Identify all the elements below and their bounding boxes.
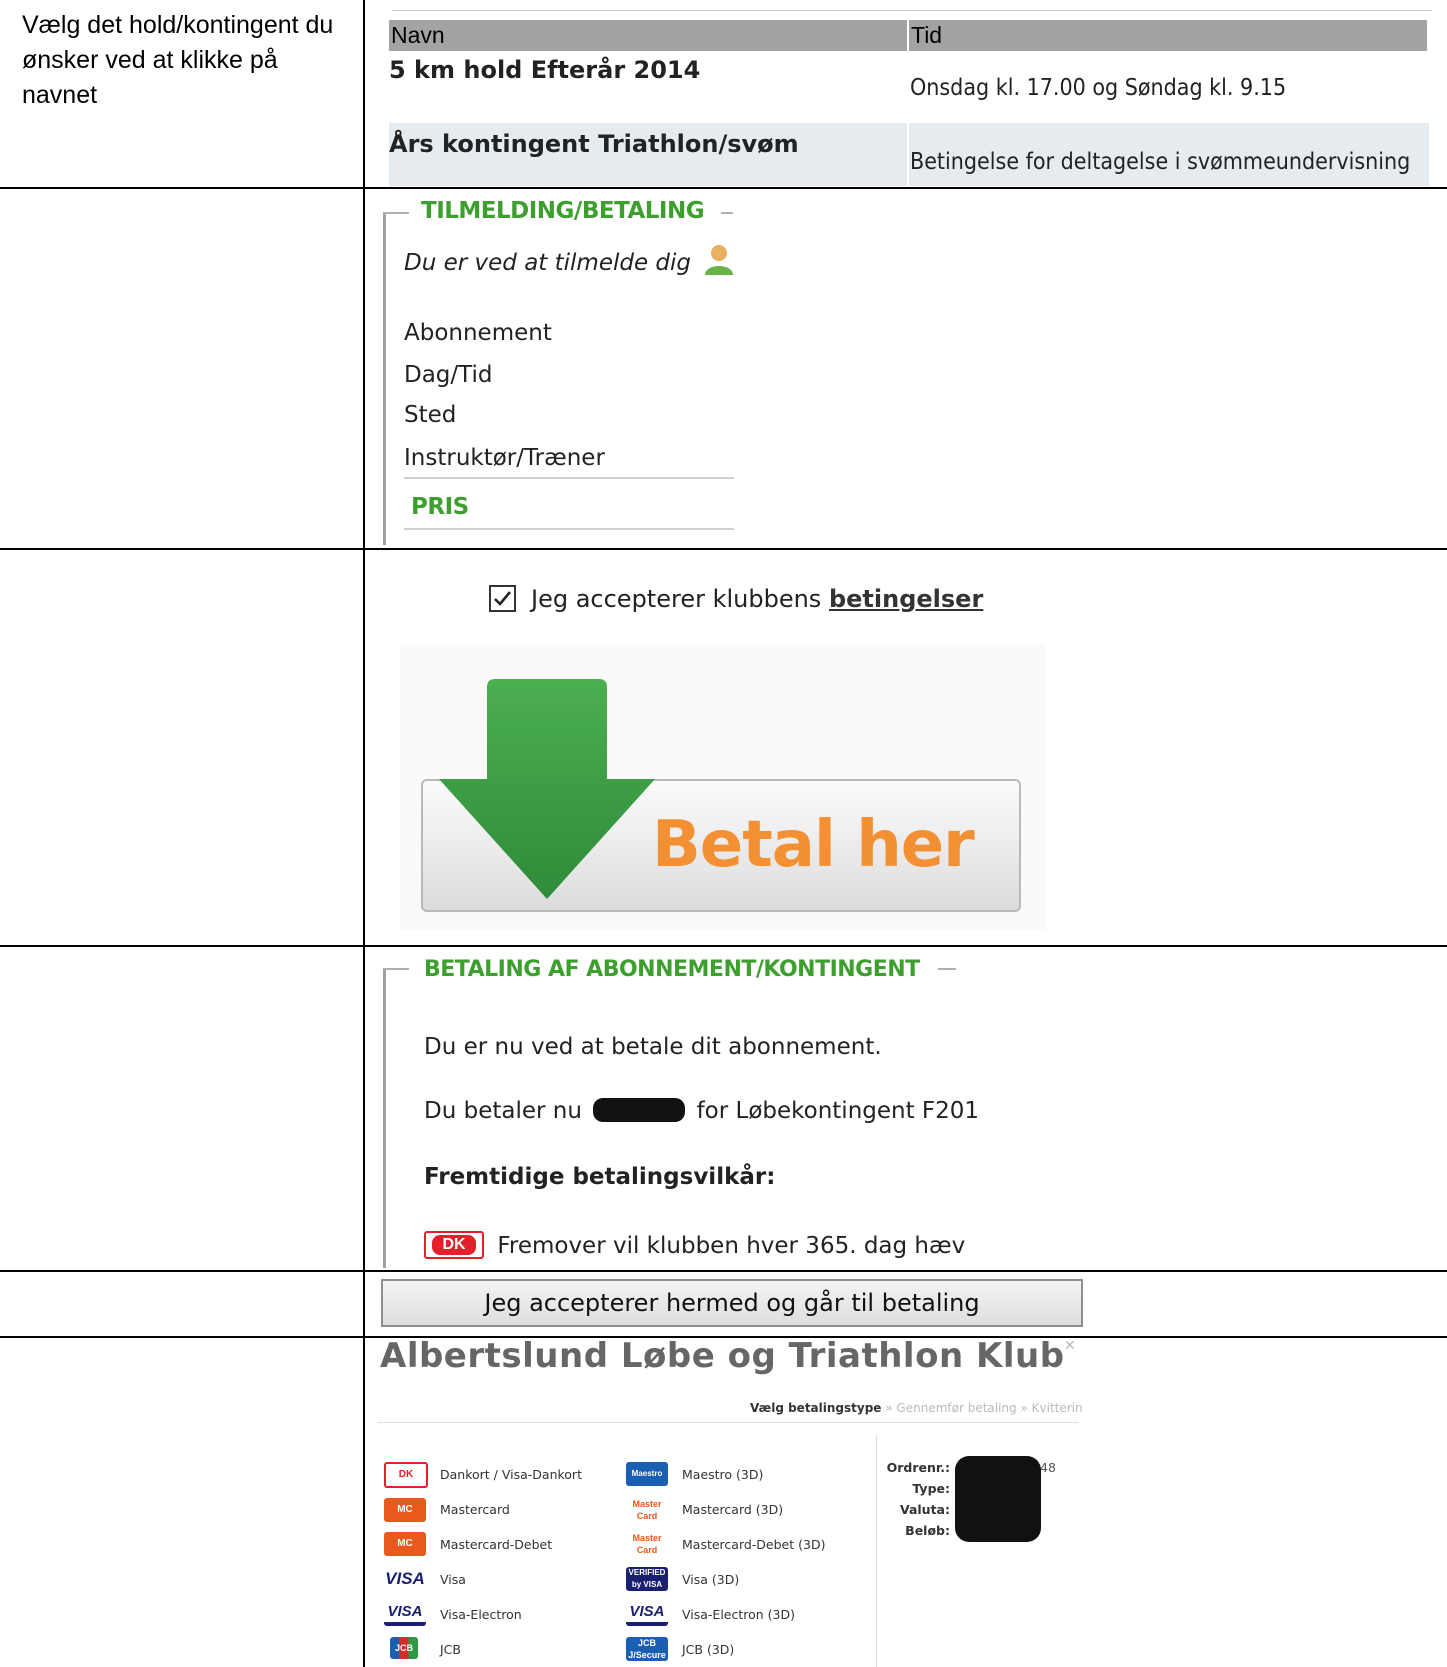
row-divider [0,945,1447,947]
terms-link[interactable]: betingelser [829,585,983,613]
jcb-icon: JCB [390,1637,418,1659]
order-label: Valuta: [899,1502,950,1517]
payment-method[interactable]: Dankort / Visa-Dankort [440,1467,582,1482]
future-terms: DK Fremover vil klubben hver 365. dag hæ… [424,1231,965,1259]
terms-checkbox[interactable] [489,585,516,612]
verified-by-visa-icon: VERIFIED by VISA [626,1567,668,1591]
fieldset-border [383,212,409,214]
payment-line2: Du betaler nu for Løbekontingent F201 [424,1098,979,1124]
accept-and-pay-button[interactable]: Jeg accepterer hermed og går til betalin… [381,1279,1083,1327]
breadcrumb: Vælg betalingstype » Gennemfør betaling … [750,1401,1083,1415]
payment-method[interactable]: Visa [440,1572,466,1587]
redacted-amount [593,1098,686,1122]
jcb-secure-icon: JCB J/Secure [626,1637,668,1661]
terms-label: Jeg accepterer klubbens [531,585,822,613]
redacted-order-info [955,1456,1041,1542]
hold-link-triathlon[interactable]: Års kontingent Triathlon/svøm [389,130,799,158]
hold-link-5km[interactable]: 5 km hold Efterår 2014 [389,56,700,84]
column-divider [363,0,365,1667]
step: Gennemfør betaling [896,1401,1017,1415]
payment-method[interactable]: Mastercard-Debet [440,1537,552,1552]
check-icon [494,591,511,606]
payment-method[interactable]: JCB (3D) [682,1642,734,1657]
pay-here-label: Betal her [652,808,975,882]
separator [404,477,734,479]
user-icon [705,245,734,275]
field-label: Dag/Tid [404,362,493,388]
step-active: Vælg betalingstype [750,1401,882,1415]
top-rule [392,10,1432,11]
maestro-icon: Maestro [626,1462,668,1486]
separator [404,528,734,530]
order-label: Beløb: [905,1523,950,1538]
payment-suffix: for Løbekontingent F201 [696,1098,980,1124]
mastercard-securecode-icon: Master Card [626,1498,668,1522]
payment-method[interactable]: Visa-Electron (3D) [682,1607,795,1622]
payment-method[interactable]: Visa (3D) [682,1572,739,1587]
payment-method[interactable]: Mastercard-Debet (3D) [682,1537,825,1552]
dankort-logo-text: DK [432,1235,476,1255]
club-title: Albertslund Løbe og Triathlon Klub [380,1336,1065,1376]
visa-electron-icon: VISA [384,1602,426,1626]
field-label: Instruktør/Træner [404,445,605,471]
header-time: Tid [909,20,1427,51]
terms-heading: Fremtidige betalingsvilkår: [424,1164,776,1190]
arrow-down-icon [439,679,655,899]
payment-method[interactable]: JCB [440,1642,461,1657]
signup-intro-text: Du er ved at tilmelde dig [404,250,692,276]
visa-icon: VISA [384,1567,426,1591]
price-label: PRIS [411,494,469,520]
payment-method[interactable]: Visa-Electron [440,1607,522,1622]
terms-text: Jeg accepterer klubbens betingelser [531,585,983,613]
signup-legend: TILMELDING/BETALING [421,198,705,224]
payment-line1: Du er nu ved at betale dit abonnement. [424,1034,882,1060]
hold-time: Betingelse for deltagelse i svømmeunderv… [910,149,1411,175]
signup-intro: Du er ved at tilmelde dig [404,242,736,276]
future-terms-text: Fremover vil klubben hver 365. dag hæv [497,1233,966,1259]
dankort-icon: DK [384,1462,428,1488]
fieldset-border [383,968,409,970]
order-label: Ordrenr.: [886,1460,950,1475]
fieldset-border [383,212,386,545]
cell-divider [907,123,909,186]
mastercard-icon: MC [384,1532,426,1556]
mastercard-icon: MC [384,1498,426,1522]
field-label: Sted [404,402,457,428]
payment-prefix: Du betaler nu [424,1098,582,1124]
dankort-logo: DK [424,1231,484,1259]
fieldset-border [721,212,733,214]
visa-electron-icon: VISA [626,1602,668,1626]
payment-method[interactable]: Mastercard [440,1502,510,1517]
step: Kvitterin [1031,1401,1083,1415]
field-label: Abonnement [404,320,552,346]
mastercard-securecode-icon: Master Card [626,1532,668,1556]
header-name: Navn [389,20,907,51]
order-number-suffix: 48 [1040,1460,1056,1475]
row-divider [0,548,1447,550]
payment-method[interactable]: Maestro (3D) [682,1467,763,1482]
row-divider [0,1270,1447,1272]
hold-time: Onsdag kl. 17.00 og Søndag kl. 9.15 [910,75,1287,101]
divider [378,1422,1078,1423]
payment-legend: BETALING AF ABONNEMENT/KONTINGENT [424,957,920,982]
fieldset-border [383,968,386,1268]
instruction-text: Vælg det hold/kontingent du ønsker ved a… [22,11,334,109]
fieldset-border [938,968,956,970]
payment-method[interactable]: Mastercard (3D) [682,1502,783,1517]
order-label: Type: [912,1481,950,1496]
row-divider [0,187,1447,189]
close-icon[interactable]: ✕ [1064,1338,1076,1354]
